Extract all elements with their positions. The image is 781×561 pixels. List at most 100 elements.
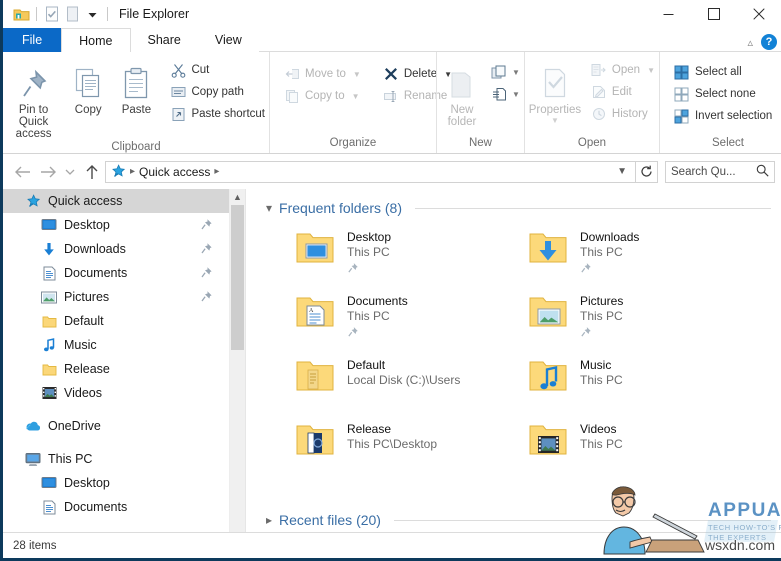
paste-button[interactable]: Paste	[112, 57, 160, 116]
nav-item-default[interactable]: Default	[3, 309, 229, 333]
back-button[interactable]	[9, 159, 35, 185]
folder-name: Pictures	[580, 294, 624, 308]
nav-item-this-pc[interactable]: This PC	[3, 447, 229, 471]
desktop-icon	[41, 475, 57, 491]
refresh-button[interactable]	[636, 160, 658, 183]
easy-access-chevron-down-icon[interactable]: ▼	[512, 90, 520, 99]
new-folder-icon[interactable]	[62, 4, 82, 24]
nav-item-release[interactable]: Release	[3, 357, 229, 381]
history-button[interactable]: History	[587, 103, 659, 125]
new-folder-button[interactable]: New folder	[437, 57, 487, 128]
folder-tile[interactable]: Downloads This PC	[527, 227, 760, 291]
search-input[interactable]: Search Qu...	[665, 160, 775, 183]
pin-icon[interactable]	[200, 218, 213, 234]
paste-label: Paste	[121, 104, 152, 116]
breadcrumb-separator-2[interactable]: ▸	[214, 166, 219, 177]
section-title: Frequent folders (8)	[279, 200, 402, 216]
nav-item-videos[interactable]: Videos	[3, 381, 229, 405]
tab-file[interactable]: File	[3, 28, 62, 52]
nav-item-music[interactable]: Music	[3, 333, 229, 357]
scrollbar-thumb[interactable]	[231, 205, 244, 350]
properties-chevron-down-icon[interactable]: ▼	[551, 116, 559, 125]
help-icon[interactable]: ?	[761, 34, 777, 50]
search-icon[interactable]	[756, 164, 769, 180]
new-item-button[interactable]: ▼	[487, 61, 524, 83]
nav-item-this-pc-documents[interactable]: Documents	[3, 495, 229, 519]
copy-to-button[interactable]: Copy to ▼	[280, 85, 365, 107]
tab-view[interactable]: View	[198, 28, 259, 52]
open-button[interactable]: Open ▼	[587, 59, 659, 81]
open-chevron-down-icon[interactable]: ▼	[647, 66, 655, 75]
invert-selection-button[interactable]: Invert selection	[670, 105, 776, 127]
navigation-pane-scrollbar[interactable]: ▲ ▼	[229, 189, 245, 545]
move-to-chevron-down-icon[interactable]: ▼	[353, 70, 361, 79]
easy-access-button[interactable]: ▼	[487, 83, 524, 105]
folder-tile[interactable]: Pictures This PC	[527, 291, 760, 355]
forward-button[interactable]	[35, 159, 61, 185]
scroll-up-icon[interactable]: ▲	[230, 189, 245, 205]
copy-button[interactable]: Copy	[64, 57, 112, 116]
select-none-button[interactable]: Select none	[670, 83, 776, 105]
properties-icon[interactable]	[42, 4, 62, 24]
pin-icon[interactable]	[200, 242, 213, 258]
videos-icon	[41, 385, 57, 401]
folder-tile[interactable]: Default Local Disk (C:)\Users	[294, 355, 527, 419]
chevron-down-icon[interactable]: ▾	[266, 201, 272, 215]
folder-tile-meta: Default Local Disk (C:)\Users	[347, 355, 460, 388]
section-header-recent-files[interactable]: ▸ Recent files (20)	[250, 507, 781, 533]
up-button[interactable]	[79, 159, 105, 185]
tab-share[interactable]: Share	[131, 28, 198, 52]
select-all-button[interactable]: Select all	[670, 61, 776, 83]
previous-locations-chevron-down-icon[interactable]: ▼	[613, 166, 631, 177]
cut-button[interactable]: Cut	[166, 59, 269, 81]
folder-tile[interactable]: Music This PC	[527, 355, 760, 419]
copy-path-button[interactable]: Copy path	[166, 81, 269, 103]
pin-icon[interactable]	[200, 290, 213, 306]
copy-to-chevron-down-icon[interactable]: ▼	[352, 92, 360, 101]
maximize-button[interactable]	[691, 0, 736, 28]
nav-item-desktop[interactable]: Desktop	[3, 213, 229, 237]
nav-item-downloads[interactable]: Downloads	[3, 237, 229, 261]
folder-tile-meta: Pictures This PC	[580, 291, 623, 341]
nav-item-label: Downloads	[64, 242, 126, 256]
customize-dropdown-icon[interactable]	[82, 4, 102, 24]
folder-documents-icon: A	[294, 293, 336, 333]
nav-item-this-pc-desktop[interactable]: Desktop	[3, 471, 229, 495]
nav-item-quick-access[interactable]: Quick access	[3, 189, 229, 213]
folder-music-icon	[527, 357, 569, 397]
paste-shortcut-button[interactable]: Paste shortcut	[166, 103, 269, 125]
edit-button[interactable]: Edit	[587, 81, 659, 103]
breadcrumb-current[interactable]: Quick access	[139, 165, 210, 179]
folder-name: Desktop	[347, 230, 392, 244]
move-to-button[interactable]: Move to ▼	[280, 63, 365, 85]
new-item-chevron-down-icon[interactable]: ▼	[512, 68, 520, 77]
ribbon-group-label-new: New	[468, 137, 492, 149]
folder-tile[interactable]: Videos This PC	[527, 419, 760, 483]
nav-item-pictures[interactable]: Pictures	[3, 285, 229, 309]
pin-icon[interactable]	[200, 266, 213, 282]
nav-item-label: Desktop	[64, 218, 110, 232]
explorer-icon[interactable]	[11, 4, 31, 24]
pin-to-quick-access-button[interactable]: Pin to Quick access	[3, 57, 64, 140]
nav-item-label: Videos	[64, 386, 102, 400]
recent-locations-button[interactable]	[61, 159, 79, 185]
section-header-frequent-folders[interactable]: ▾ Frequent folders (8)	[250, 195, 781, 221]
close-button[interactable]	[736, 0, 781, 28]
chevron-right-icon[interactable]: ▸	[266, 513, 272, 527]
move-to-label: Move to	[305, 68, 346, 80]
collapse-ribbon-icon[interactable]: ▵	[747, 36, 753, 49]
ribbon-group-select: Select all Select none Invert selection …	[658, 52, 781, 153]
folder-tile[interactable]: Release This PC\Desktop	[294, 419, 527, 483]
tab-home[interactable]: Home	[61, 28, 131, 52]
minimize-button[interactable]	[646, 0, 691, 28]
easy-access-icon	[491, 86, 507, 102]
breadcrumb[interactable]: ▸ Quick access ▸ ▼	[105, 160, 636, 183]
folder-tile[interactable]: A Documents This PC	[294, 291, 527, 355]
ribbon-group-label-clipboard: Clipboard	[111, 141, 161, 153]
nav-item-onedrive[interactable]: OneDrive	[3, 414, 229, 438]
properties-button[interactable]: Properties ▼	[525, 57, 585, 125]
new-small-commands: ▼ ▼	[487, 57, 524, 105]
folder-default-icon	[294, 357, 336, 397]
folder-tile[interactable]: Desktop This PC	[294, 227, 527, 291]
nav-item-documents[interactable]: Documents	[3, 261, 229, 285]
